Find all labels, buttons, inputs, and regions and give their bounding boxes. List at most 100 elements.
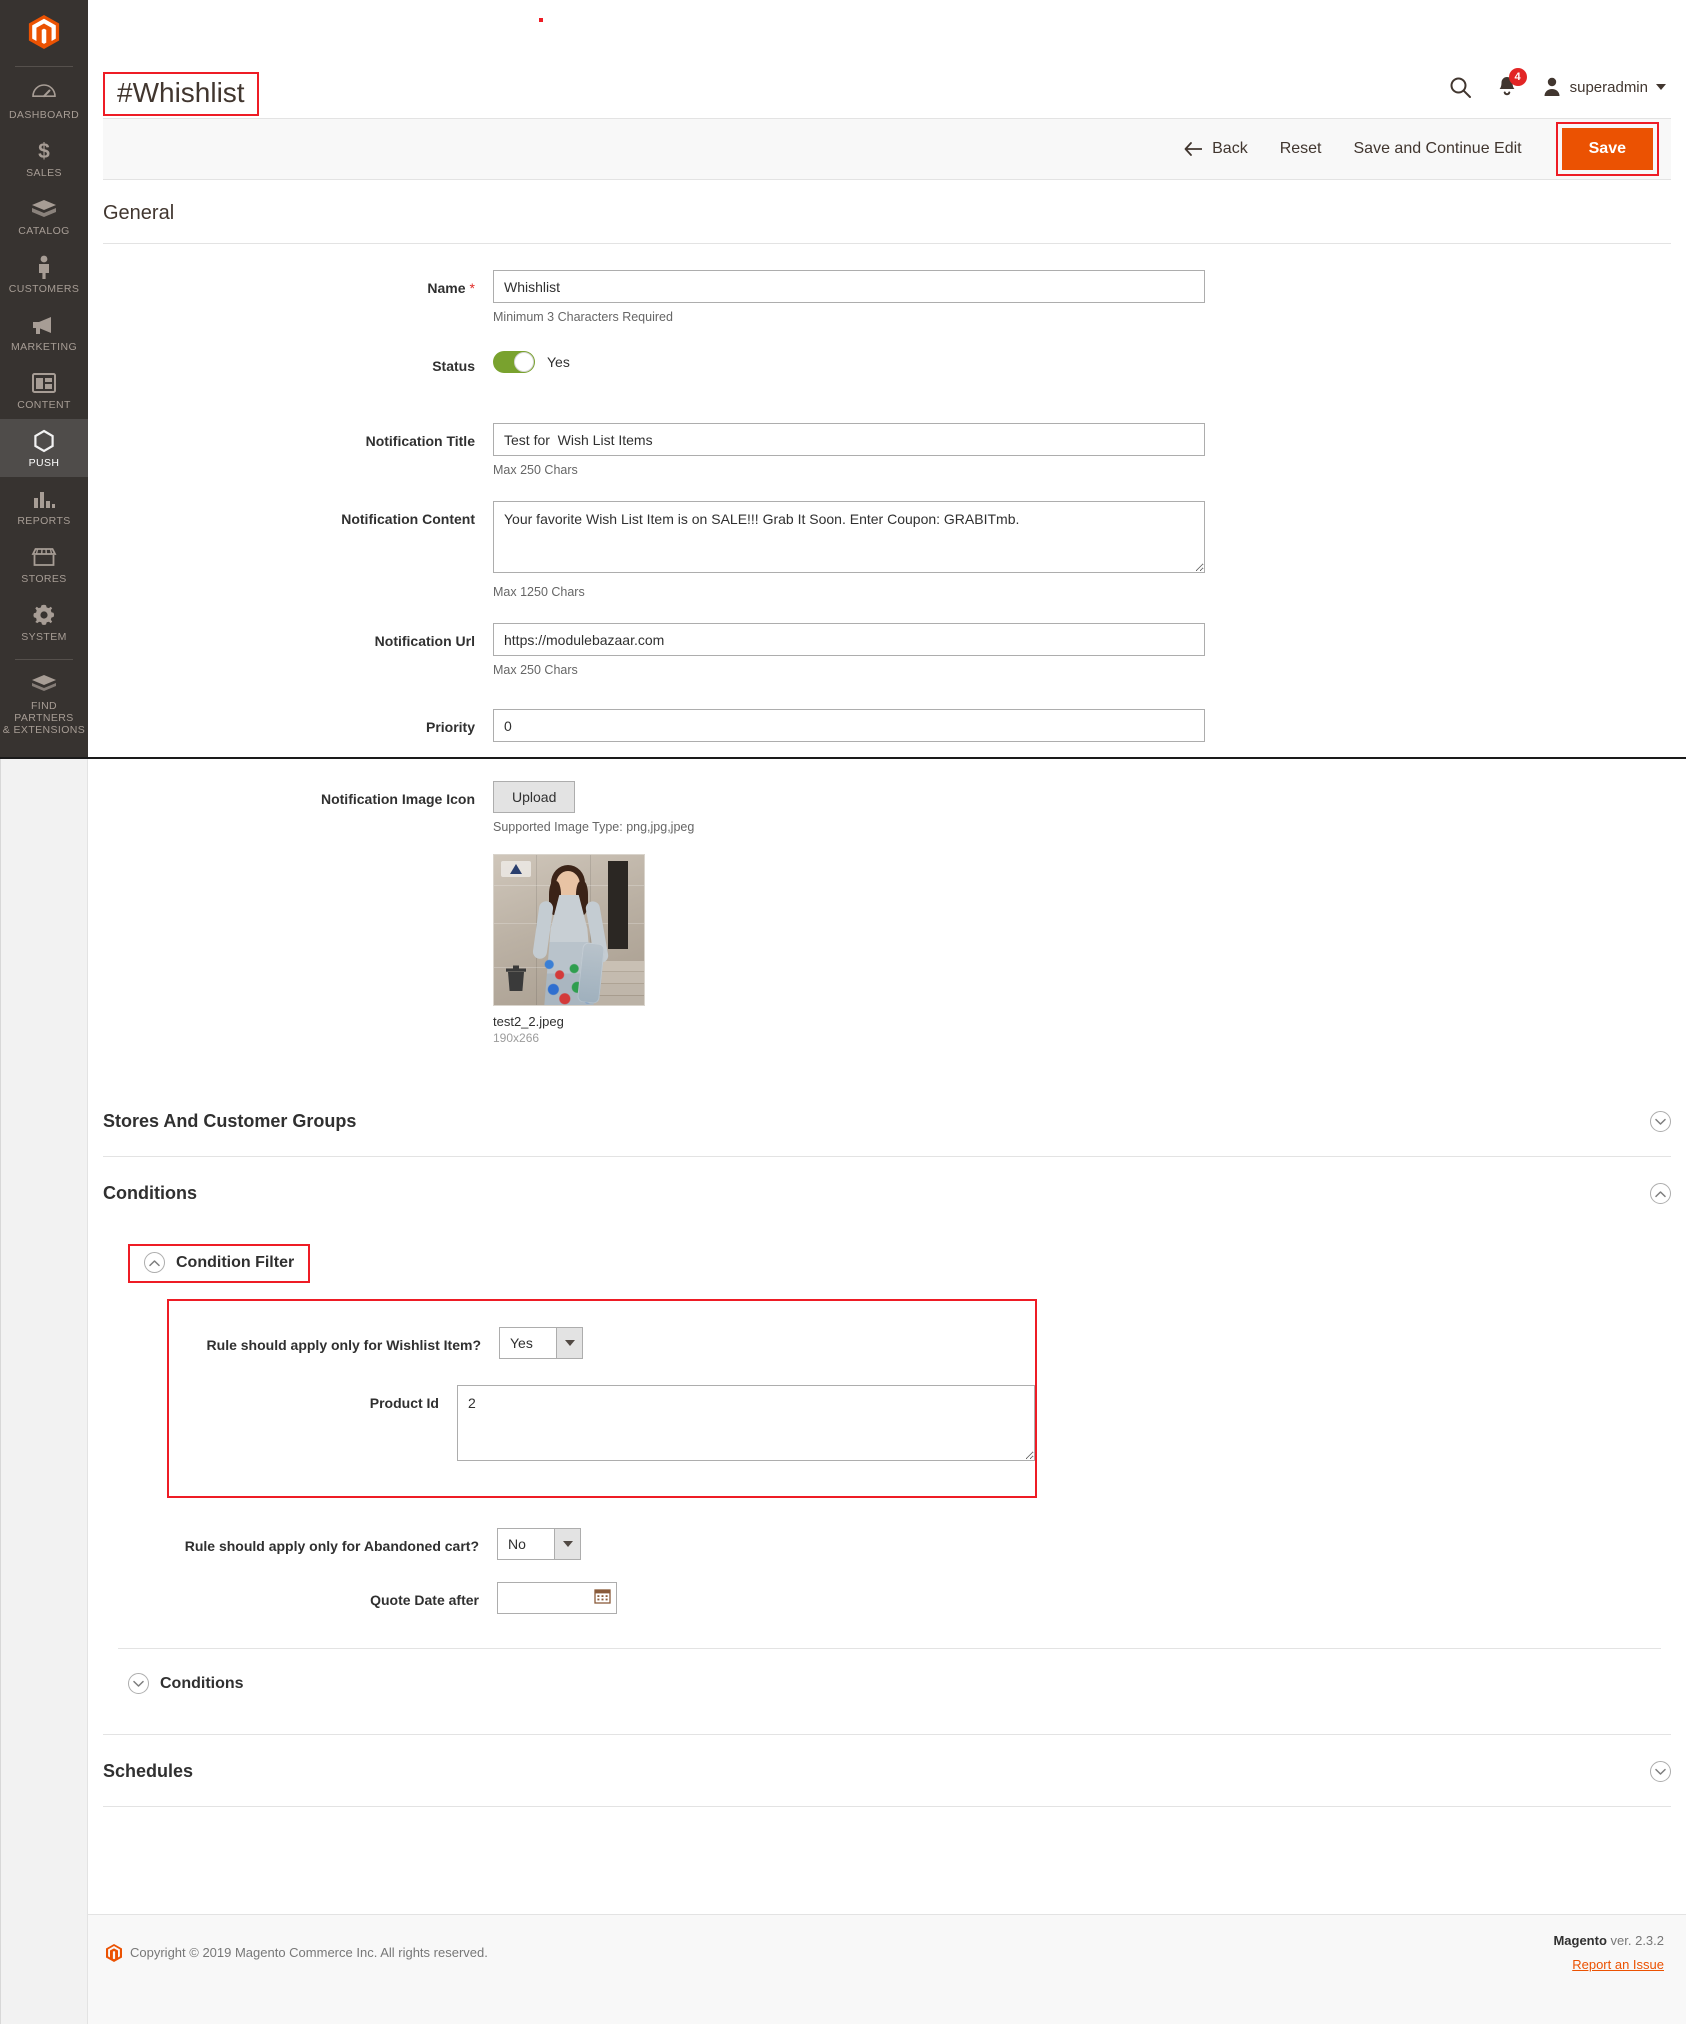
sidebar-item-label: PUSH bbox=[28, 457, 60, 469]
notification-title-label: Notification Title bbox=[365, 433, 475, 449]
inner-conditions-header[interactable]: Conditions bbox=[128, 1673, 244, 1694]
save-button[interactable]: Save bbox=[1561, 128, 1653, 170]
name-input[interactable] bbox=[493, 270, 1205, 303]
sidebar-item-customers[interactable]: CUSTOMERS bbox=[0, 245, 88, 303]
layout-icon bbox=[2, 370, 86, 396]
back-button[interactable]: Back bbox=[1168, 132, 1264, 166]
sidebar-item-label: REPORTS bbox=[17, 515, 71, 527]
field-product-id: Product Id bbox=[169, 1385, 1035, 1466]
version-number: ver. 2.3.2 bbox=[1606, 1933, 1664, 1948]
arrow-left-icon bbox=[1184, 142, 1203, 156]
condition-filter-title: Condition Filter bbox=[176, 1253, 295, 1271]
sidebar-item-reports[interactable]: REPORTS bbox=[0, 477, 88, 535]
toggle-knob bbox=[514, 352, 534, 372]
field-quote-date: Quote Date after bbox=[167, 1582, 1671, 1614]
quote-date-label: Quote Date after bbox=[370, 1592, 479, 1608]
calendar-icon[interactable] bbox=[594, 1587, 611, 1609]
dollar-icon: $ bbox=[2, 138, 86, 164]
hexagon-icon bbox=[2, 428, 86, 454]
chevron-down-icon[interactable] bbox=[128, 1673, 149, 1694]
name-hint: Minimum 3 Characters Required bbox=[493, 310, 673, 324]
abandoned-cart-value: No bbox=[508, 1536, 526, 1552]
screenshot-seam bbox=[0, 757, 1686, 759]
field-notification-url: Notification Url Max 250 Chars bbox=[103, 623, 1671, 697]
stores-section-title: Stores And Customer Groups bbox=[103, 1111, 357, 1131]
condition-filter-header-highlight: Condition Filter bbox=[128, 1244, 311, 1283]
sidebar-item-system[interactable]: SYSTEM bbox=[0, 593, 88, 651]
inner-conditions-title: Conditions bbox=[160, 1674, 244, 1692]
sidebar-item-find-partners[interactable]: FIND PARTNERS & EXTENSIONS bbox=[0, 662, 88, 744]
page-footer: Copyright © 2019 Magento Commerce Inc. A… bbox=[88, 1914, 1686, 2024]
user-menu[interactable]: superadmin bbox=[1542, 76, 1666, 98]
quote-date-input[interactable] bbox=[497, 1582, 617, 1614]
section-schedules[interactable]: Schedules bbox=[103, 1735, 1671, 1807]
user-name: superadmin bbox=[1569, 78, 1648, 96]
sidebar-item-catalog[interactable]: CATALOG bbox=[0, 187, 88, 245]
sidebar-item-label: MARKETING bbox=[10, 341, 78, 353]
page-title-highlight: #Whishlist bbox=[103, 72, 259, 116]
nav-divider bbox=[15, 66, 73, 67]
sidebar-item-stores[interactable]: STORES bbox=[0, 535, 88, 593]
field-notification-title: Notification Title Max 250 Chars bbox=[103, 423, 1671, 497]
upload-button[interactable]: Upload bbox=[493, 781, 576, 813]
footer-copyright: Copyright © 2019 Magento Commerce Inc. A… bbox=[106, 1933, 488, 1972]
notification-title-hint: Max 250 Chars bbox=[493, 463, 578, 477]
status-label: Status bbox=[432, 358, 475, 374]
sidebar-item-push[interactable]: PUSH bbox=[0, 419, 88, 477]
sidebar-item-label: SYSTEM bbox=[21, 631, 67, 643]
sidebar-item-dashboard[interactable]: DASHBOARD bbox=[0, 71, 88, 129]
lower-left-edge bbox=[0, 759, 1, 2024]
sidebar-item-label: CONTENT bbox=[17, 399, 71, 411]
wishlist-rule-select[interactable]: Yes bbox=[499, 1327, 583, 1359]
notification-title-input[interactable] bbox=[493, 423, 1205, 456]
reset-button[interactable]: Reset bbox=[1264, 132, 1338, 166]
gear-icon bbox=[2, 602, 86, 628]
field-status: Status Yes . bbox=[103, 348, 1671, 419]
general-section-header: General bbox=[103, 180, 1671, 244]
field-abandoned-cart: Rule should apply only for Abandoned car… bbox=[167, 1528, 1671, 1560]
partners-icon bbox=[2, 671, 86, 697]
chevron-up-icon[interactable] bbox=[1650, 1183, 1671, 1204]
sidebar-item-content[interactable]: CONTENT bbox=[0, 361, 88, 419]
priority-label: Priority bbox=[425, 719, 475, 735]
required-marker: * bbox=[469, 280, 475, 296]
section-conditions[interactable]: Conditions bbox=[103, 1157, 1671, 1214]
sidebar-item-marketing[interactable]: MARKETING bbox=[0, 303, 88, 361]
magento-logo-icon[interactable] bbox=[0, 0, 88, 56]
section-stores-and-customer-groups[interactable]: Stores And Customer Groups bbox=[103, 1085, 1671, 1157]
notification-content-textarea[interactable] bbox=[493, 501, 1205, 573]
status-value: Yes bbox=[547, 354, 570, 370]
chevron-up-icon[interactable] bbox=[144, 1252, 165, 1273]
chevron-down-icon[interactable] bbox=[1650, 1761, 1671, 1782]
general-fields: Name* Minimum 3 Characters Required Stat… bbox=[103, 244, 1671, 1045]
product-id-textarea[interactable] bbox=[457, 1385, 1035, 1461]
trash-icon[interactable] bbox=[504, 965, 528, 993]
condition-filter-header[interactable]: Condition Filter bbox=[144, 1252, 294, 1273]
header-tools: 4 superadmin bbox=[1448, 68, 1666, 99]
notification-url-input[interactable] bbox=[493, 623, 1205, 656]
back-label: Back bbox=[1212, 140, 1248, 157]
sidebar-item-label: CATALOG bbox=[18, 225, 70, 237]
save-and-continue-button[interactable]: Save and Continue Edit bbox=[1338, 132, 1538, 166]
copyright-text: Copyright © 2019 Magento Commerce Inc. A… bbox=[130, 1945, 488, 1960]
top-marker-dot bbox=[539, 18, 543, 22]
search-icon[interactable] bbox=[1448, 75, 1472, 99]
admin-sidebar: DASHBOARD $ SALES CATALOG CUSTOMERS MARK… bbox=[0, 0, 88, 758]
abandoned-cart-select[interactable]: No bbox=[497, 1528, 581, 1560]
notification-content-label: Notification Content bbox=[341, 511, 475, 527]
brand-name: Magento bbox=[1553, 1933, 1607, 1948]
status-toggle[interactable] bbox=[493, 351, 535, 373]
chevron-down-icon[interactable] bbox=[1650, 1111, 1671, 1132]
uploaded-file-dimensions: 190x266 bbox=[493, 1031, 540, 1045]
sidebar-item-sales[interactable]: $ SALES bbox=[0, 129, 88, 187]
sidebar-item-label: SALES bbox=[26, 167, 62, 179]
user-icon bbox=[1544, 77, 1560, 96]
field-priority: Priority . bbox=[103, 709, 1671, 777]
sidebar-lower-filler bbox=[0, 759, 88, 2024]
notifications-button[interactable]: 4 bbox=[1496, 68, 1527, 99]
admin-page: DASHBOARD $ SALES CATALOG CUSTOMERS MARK… bbox=[0, 0, 1686, 2024]
page-header: #Whishlist 4 superadmin bbox=[88, 0, 1686, 118]
general-section: General Name* Minimum 3 Characters Requi… bbox=[103, 180, 1671, 1045]
priority-input[interactable] bbox=[493, 709, 1205, 742]
report-issue-link[interactable]: Report an Issue bbox=[1553, 1957, 1664, 1972]
